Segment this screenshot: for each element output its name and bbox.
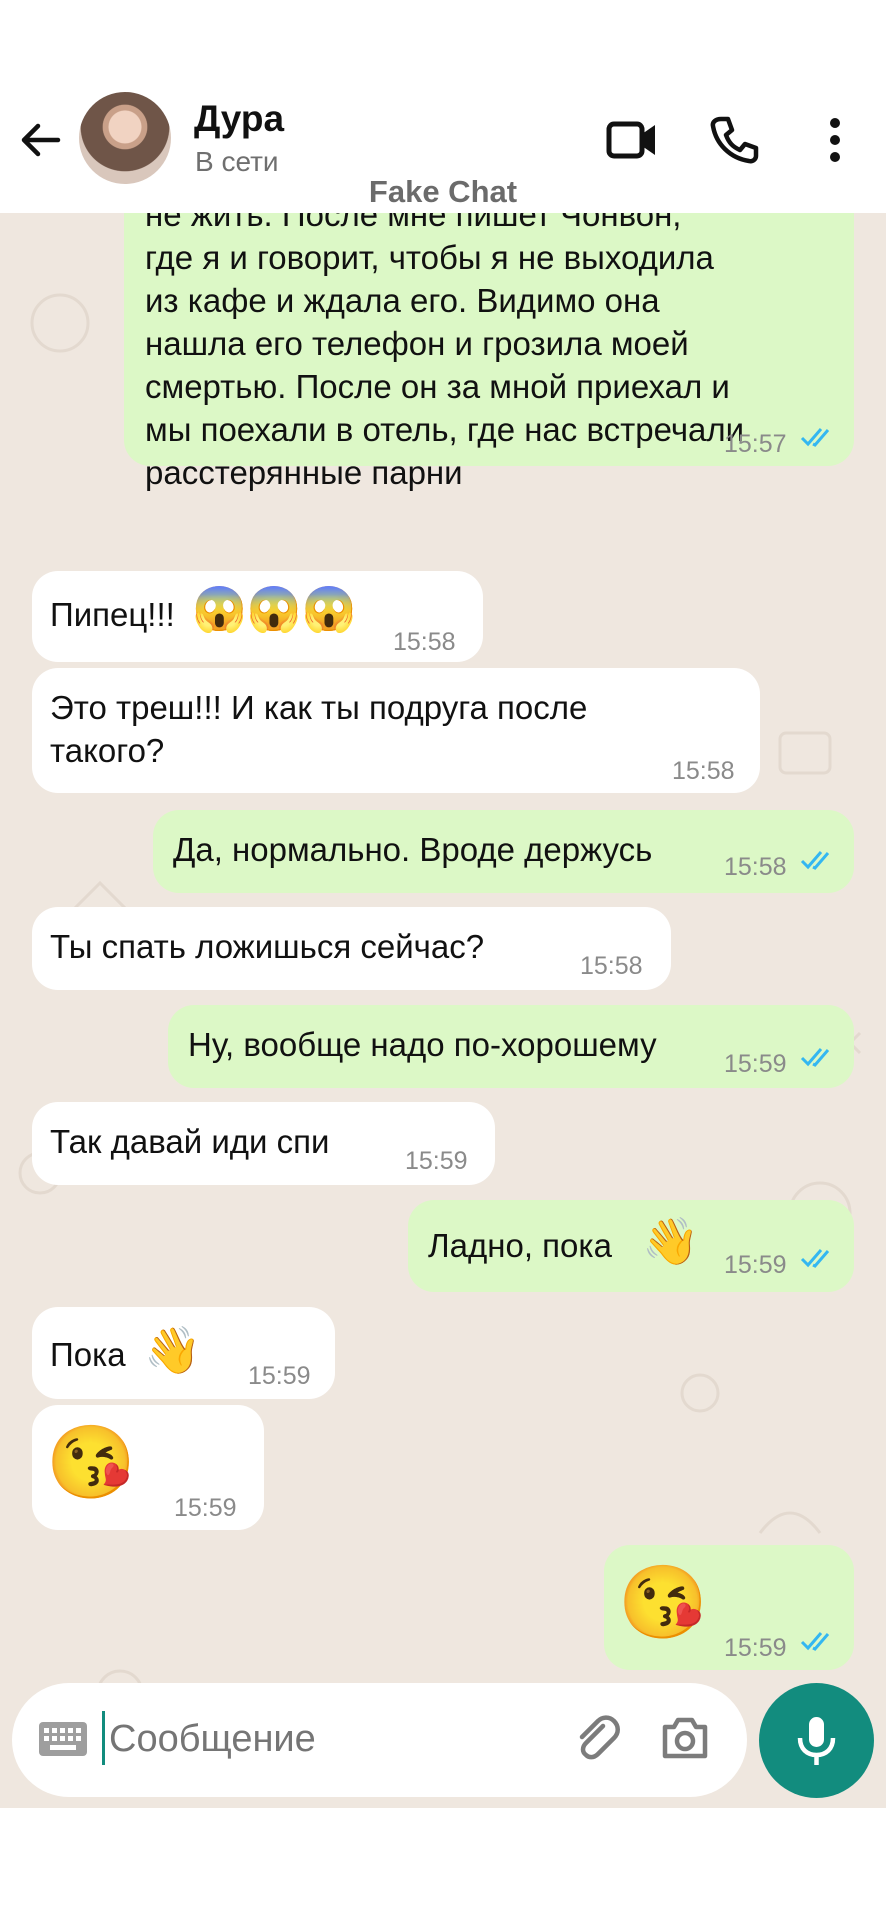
text-caret	[102, 1711, 105, 1765]
message-time: 15:59	[724, 1634, 787, 1662]
message-time: 15:57	[724, 430, 787, 458]
message-time: 15:58	[724, 853, 787, 881]
message-text: Пока	[50, 1336, 126, 1373]
voice-message-button[interactable]	[759, 1683, 874, 1798]
kissing-face-emoji: 😘	[46, 1423, 136, 1503]
message-bubble-outgoing[interactable]: Да, нормально. Вроде держусь 15:58	[153, 810, 854, 893]
bottom-blank-area	[0, 1808, 886, 1920]
microphone-icon	[797, 1717, 836, 1765]
double-check-icon	[800, 1249, 830, 1268]
message-text: Это треш!!! И как ты подруга после таког…	[50, 689, 588, 769]
message-text: Ты спать ложишься сейчас?	[50, 928, 485, 965]
message-bubble-outgoing[interactable]: Ладно, пока 👋 15:59	[408, 1200, 854, 1292]
message-time: 15:59	[724, 1251, 787, 1279]
message-time: 15:58	[393, 628, 456, 656]
double-check-icon	[800, 1632, 830, 1651]
watermark: Fake Chat	[368, 174, 518, 209]
message-bubble-incoming[interactable]: Так давай иди спи 15:59	[32, 1102, 495, 1185]
message-time: 15:58	[580, 952, 643, 980]
message-time: 15:59	[248, 1362, 311, 1390]
more-vert-icon[interactable]	[808, 112, 864, 168]
double-check-icon	[800, 1048, 830, 1067]
message-bubble-incoming[interactable]: Это треш!!! И как ты подруга после таког…	[32, 668, 760, 793]
message-bubble-outgoing[interactable]: не жить. После мне пишет Чонвон, где я и…	[124, 213, 854, 491]
message-bubble-outgoing[interactable]: 😘 15:59	[604, 1545, 854, 1670]
message-time: 15:59	[724, 1050, 787, 1078]
message-text: Так давай иди спи	[50, 1123, 330, 1160]
phone-icon[interactable]	[706, 112, 762, 168]
message-text: Да, нормально. Вроде держусь	[173, 831, 653, 868]
message-bubble-outgoing[interactable]: Ну, вообще надо по-хорошему 15:59	[168, 1005, 854, 1088]
camera-icon[interactable]	[660, 1715, 710, 1761]
message-bubble-incoming[interactable]: Ты спать ложишься сейчас? 15:58	[32, 907, 671, 990]
message-composer	[12, 1683, 747, 1797]
message-time: 15:58	[672, 757, 735, 785]
waving-hand-emoji: 👋	[642, 1215, 700, 1267]
message-time: 15:59	[405, 1147, 468, 1175]
message-bubble-incoming[interactable]: Пипец!!! 😱😱😱 15:58	[32, 571, 483, 662]
message-bubble-incoming[interactable]: Пока 👋 15:59	[32, 1307, 335, 1399]
double-check-icon	[800, 428, 830, 447]
video-call-icon[interactable]	[604, 112, 660, 168]
avatar[interactable]	[79, 92, 171, 184]
kissing-face-emoji: 😘	[618, 1563, 708, 1643]
scream-emoji: 😱😱😱	[192, 585, 357, 634]
contact-name[interactable]: Дура	[194, 98, 284, 140]
arrow-left-icon[interactable]	[18, 118, 62, 162]
message-bubble-incoming[interactable]: 😘 15:59	[32, 1405, 264, 1530]
chat-area[interactable]: не жить. После мне пишет Чонвон, где я и…	[0, 213, 886, 1808]
message-time: 15:59	[174, 1494, 237, 1522]
keyboard-icon[interactable]	[38, 1721, 88, 1757]
message-text: Пипец!!!	[50, 596, 175, 633]
double-check-icon	[800, 851, 830, 870]
message-text: Ладно, пока	[428, 1227, 612, 1264]
paperclip-icon[interactable]	[572, 1713, 622, 1763]
message-input[interactable]	[107, 1717, 441, 1762]
waving-hand-emoji: 👋	[144, 1324, 202, 1376]
message-text: Ну, вообще надо по-хорошему	[188, 1026, 657, 1063]
